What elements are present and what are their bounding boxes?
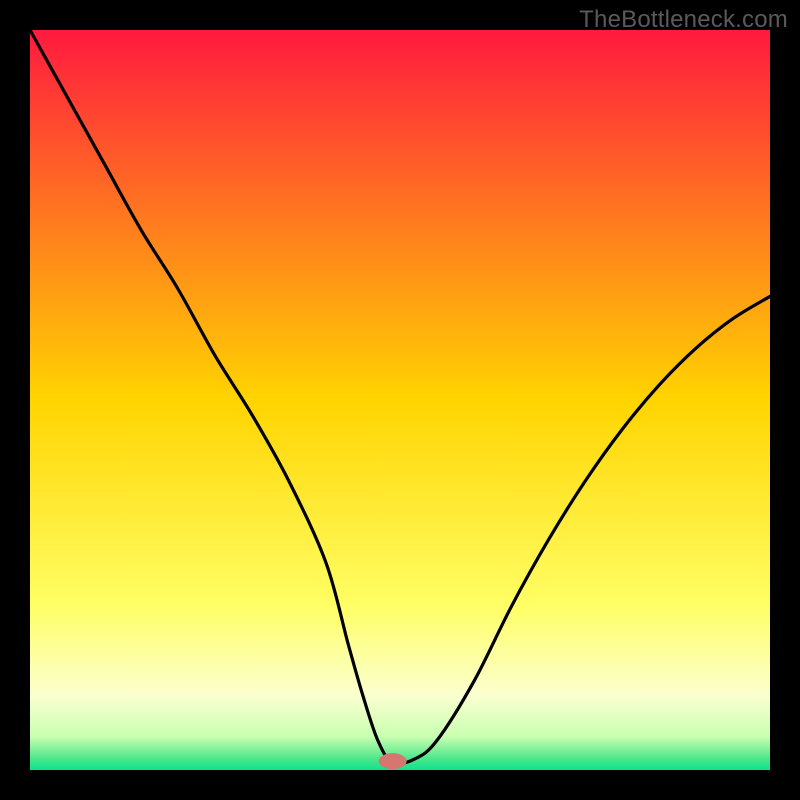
gradient-background <box>30 30 770 770</box>
target-marker <box>379 753 407 769</box>
chart-svg <box>30 30 770 770</box>
watermark-text: TheBottleneck.com <box>579 6 788 34</box>
plot-area <box>30 30 770 770</box>
chart-frame: TheBottleneck.com <box>0 0 800 800</box>
